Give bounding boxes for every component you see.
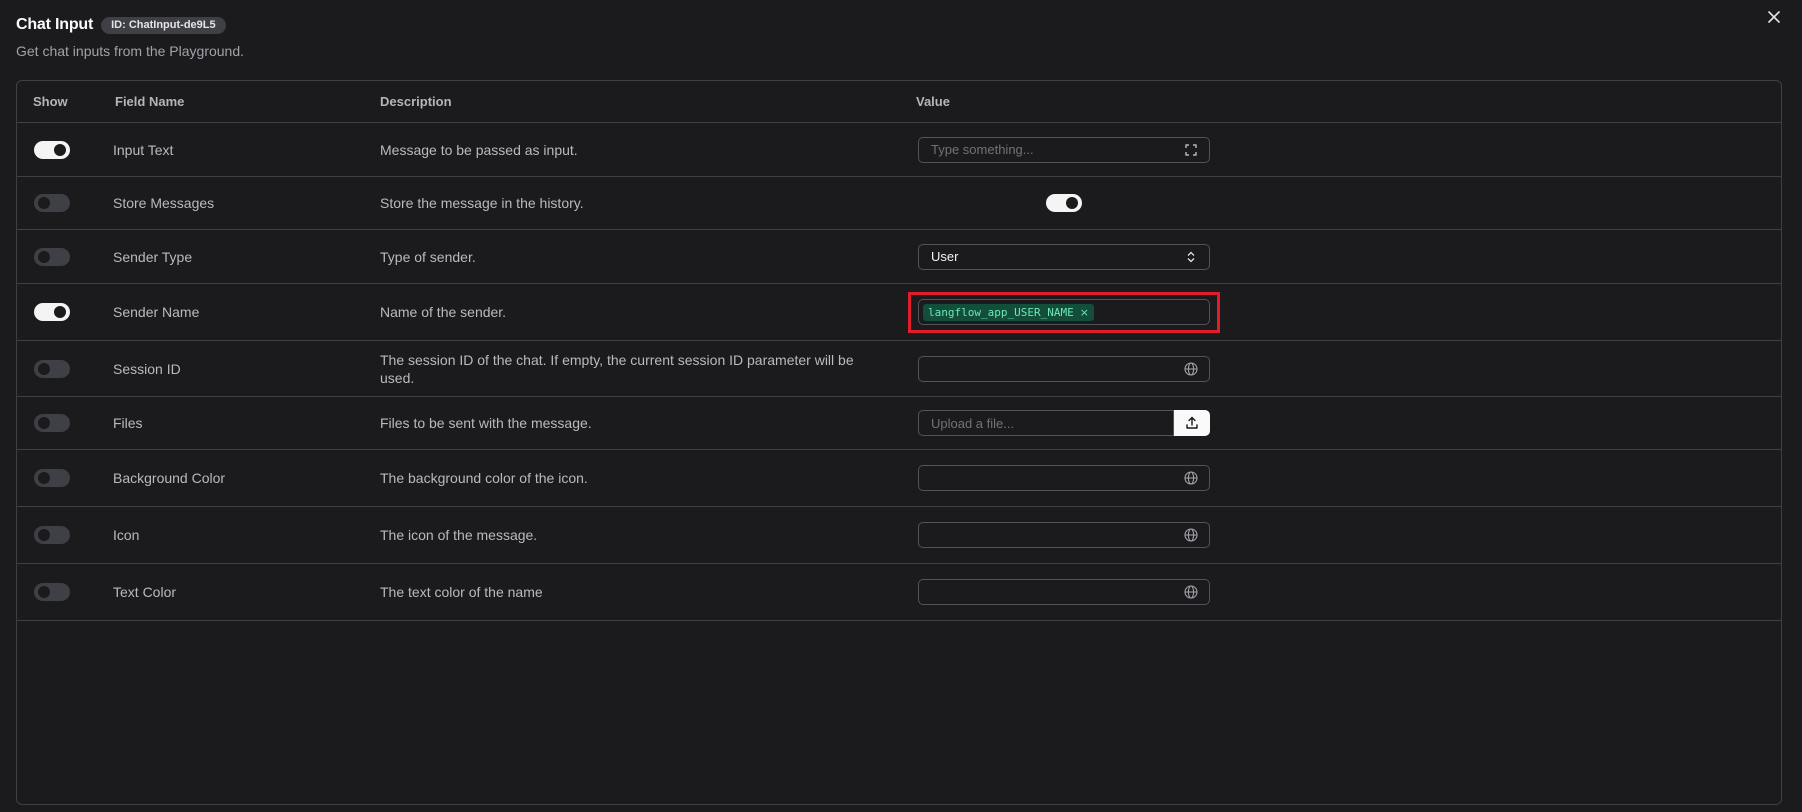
column-header-description[interactable]: Description: [380, 93, 916, 111]
table-row-sender-type: Sender Type Type of sender. User: [17, 230, 1781, 284]
field-name: Text Color: [113, 584, 177, 600]
show-toggle[interactable]: [34, 194, 70, 212]
upload-button[interactable]: [1174, 410, 1210, 436]
select-value: User: [931, 249, 959, 264]
expand-icon[interactable]: [1183, 142, 1199, 158]
store-messages-toggle[interactable]: [1046, 194, 1082, 212]
table-row-files: Files Files to be sent with the message.…: [17, 397, 1781, 450]
field-name: Icon: [113, 527, 140, 543]
component-id-badge: ID: ChatInput-de9L5: [101, 16, 226, 34]
field-name: Input Text: [113, 141, 174, 158]
field-name: Session ID: [113, 360, 181, 377]
table-row-session-id: Session ID The session ID of the chat. I…: [17, 341, 1781, 397]
sender-type-select[interactable]: User: [918, 243, 1210, 270]
show-toggle[interactable]: [34, 140, 70, 159]
field-name: Background Color: [113, 470, 226, 486]
field-description: Message to be passed as input.: [380, 141, 578, 158]
input-placeholder: Type something...: [931, 142, 1034, 157]
field-description: Type of sender.: [380, 248, 476, 265]
close-button[interactable]: [1762, 5, 1786, 29]
upload-icon: [1186, 416, 1198, 429]
close-icon: [1768, 11, 1780, 23]
chat-input-modal: Chat Input ID: ChatInput-de9L5 Get chat …: [0, 0, 1802, 812]
field-description: Files to be sent with the message.: [380, 415, 592, 431]
highlight-box: langflow_app_USER_NAME ×: [908, 291, 1220, 333]
chip-remove-icon[interactable]: ×: [1080, 306, 1089, 319]
field-description: Store the message in the history.: [380, 195, 584, 211]
table-row-background-color: Background Color The background color of…: [17, 450, 1781, 507]
globe-icon[interactable]: [1183, 361, 1199, 377]
show-toggle[interactable]: [34, 469, 70, 487]
background-color-field[interactable]: [918, 465, 1210, 491]
globe-icon[interactable]: [1183, 584, 1199, 600]
field-description: The icon of the message.: [380, 527, 538, 543]
title-row: Chat Input ID: ChatInput-de9L5: [16, 16, 244, 34]
show-toggle[interactable]: [34, 583, 70, 601]
show-toggle[interactable]: [34, 247, 70, 266]
table-header: Show Field Name Description Value: [17, 81, 1781, 123]
table-row-icon: Icon The icon of the message.: [17, 507, 1781, 564]
modal-subtitle: Get chat inputs from the Playground.: [16, 43, 245, 59]
fields-table: Show Field Name Description Value Input …: [16, 80, 1782, 805]
input-text-field[interactable]: Type something...: [918, 136, 1210, 163]
chip-label: langflow_app_USER_NAME: [928, 305, 1074, 319]
field-description: The session ID of the chat. If empty, th…: [380, 351, 854, 386]
field-name: Sender Name: [113, 304, 200, 320]
session-id-field[interactable]: [918, 355, 1210, 382]
chevron-up-down-icon: [1183, 249, 1199, 265]
sender-name-field[interactable]: langflow_app_USER_NAME ×: [918, 299, 1210, 325]
modal-header: Chat Input ID: ChatInput-de9L5 Get chat …: [16, 16, 244, 59]
globe-icon[interactable]: [1183, 527, 1199, 543]
globe-icon[interactable]: [1183, 470, 1199, 486]
show-toggle[interactable]: [34, 359, 70, 378]
column-header-field-name[interactable]: Field Name: [113, 94, 380, 109]
field-description: Name of the sender.: [380, 304, 507, 320]
table-row-text-color: Text Color The text color of the name: [17, 564, 1781, 621]
show-toggle[interactable]: [34, 303, 70, 321]
text-color-field[interactable]: [918, 579, 1210, 605]
file-upload-field[interactable]: Upload a file...: [918, 410, 1174, 436]
table-row-store-messages: Store Messages Store the message in the …: [17, 177, 1781, 230]
upload-placeholder: Upload a file...: [931, 415, 1015, 431]
field-description: The background color of the icon.: [380, 470, 588, 486]
file-upload-group: Upload a file...: [918, 410, 1781, 436]
show-toggle[interactable]: [34, 414, 70, 432]
field-name: Sender Type: [113, 248, 193, 265]
icon-field[interactable]: [918, 522, 1210, 548]
show-toggle[interactable]: [34, 526, 70, 544]
column-header-value[interactable]: Value: [916, 94, 1781, 109]
table-row-sender-name: Sender Name Name of the sender. langflow…: [17, 284, 1781, 341]
modal-title: Chat Input: [16, 16, 94, 33]
table-row-input-text: Input Text Message to be passed as input…: [17, 123, 1781, 177]
column-header-show[interactable]: Show: [17, 94, 113, 109]
field-name: Store Messages: [113, 195, 215, 211]
field-description: The text color of the name: [380, 584, 543, 600]
field-name: Files: [113, 415, 143, 431]
global-variable-chip[interactable]: langflow_app_USER_NAME ×: [923, 303, 1094, 321]
